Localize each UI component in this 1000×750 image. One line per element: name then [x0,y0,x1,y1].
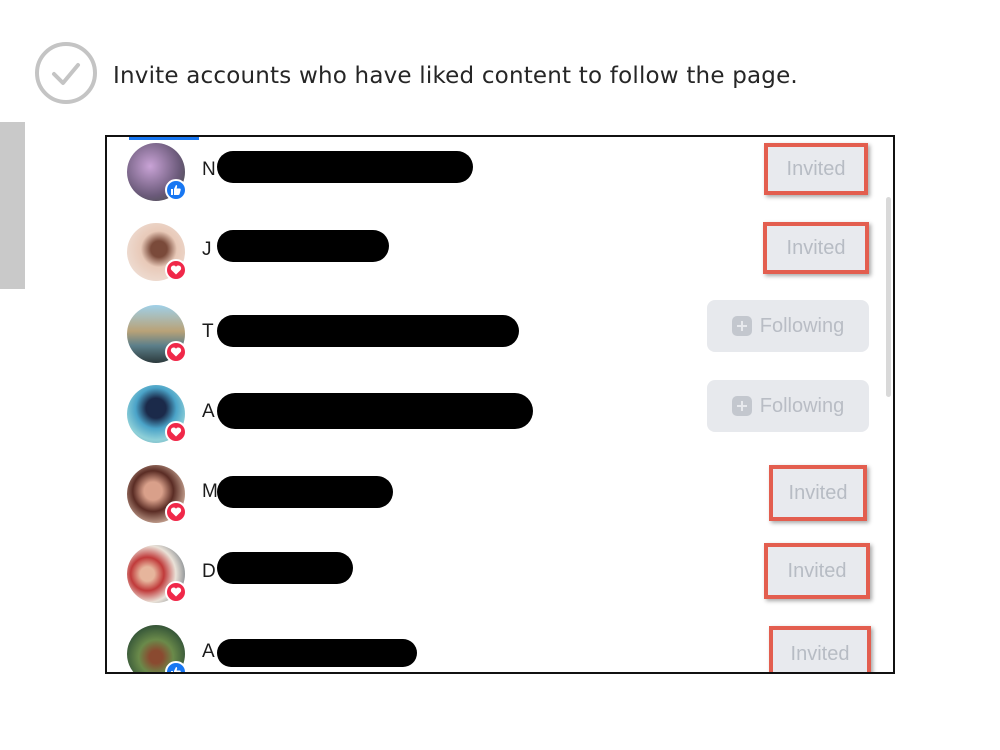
invited-button[interactable]: Invited [769,465,867,521]
redacted-name [217,639,417,667]
list-item: J Invited [107,219,893,299]
list-item: N Invited [107,139,893,219]
account-name-initial: T [202,321,214,342]
redacted-name [217,151,473,183]
following-button[interactable]: Following [707,380,869,432]
following-button[interactable]: Following [707,300,869,352]
invited-button[interactable]: Invited [763,222,869,274]
account-name-initial: A [202,641,215,662]
heart-icon [165,421,187,443]
redacted-name [217,552,353,584]
add-person-icon [731,316,752,336]
add-person-icon [731,396,752,416]
thumbs-up-icon [165,661,187,672]
invited-button[interactable]: Invited [764,143,868,195]
list-item: A Following [107,380,893,461]
list-item: D Invited [107,541,893,621]
invite-list-panel: N Invited J Invited T Following A Follow… [105,135,895,674]
heart-icon [165,501,187,523]
list-item: M Invited [107,461,893,541]
invited-button[interactable]: Invited [769,626,871,672]
redacted-name [217,393,533,429]
redacted-name [217,315,519,347]
heart-icon [165,259,187,281]
instruction-text: Invite accounts who have liked content t… [113,63,798,89]
invited-button[interactable]: Invited [764,543,870,599]
redacted-name [217,476,393,508]
list-item: T Following [107,300,893,381]
account-name-initial: A [202,401,215,422]
following-label: Following [759,314,845,337]
redacted-name [217,230,389,262]
heart-icon [165,581,187,603]
account-name-initial: N [202,159,216,180]
account-name-initial: M [202,481,218,502]
account-name-initial: J [202,239,212,260]
side-tab [0,122,25,289]
list-item: A Invited [107,621,893,672]
heart-icon [165,341,187,363]
following-label: Following [759,394,845,417]
thumbs-up-icon [165,179,187,201]
check-circle-icon [35,42,97,104]
account-name-initial: D [202,561,216,582]
